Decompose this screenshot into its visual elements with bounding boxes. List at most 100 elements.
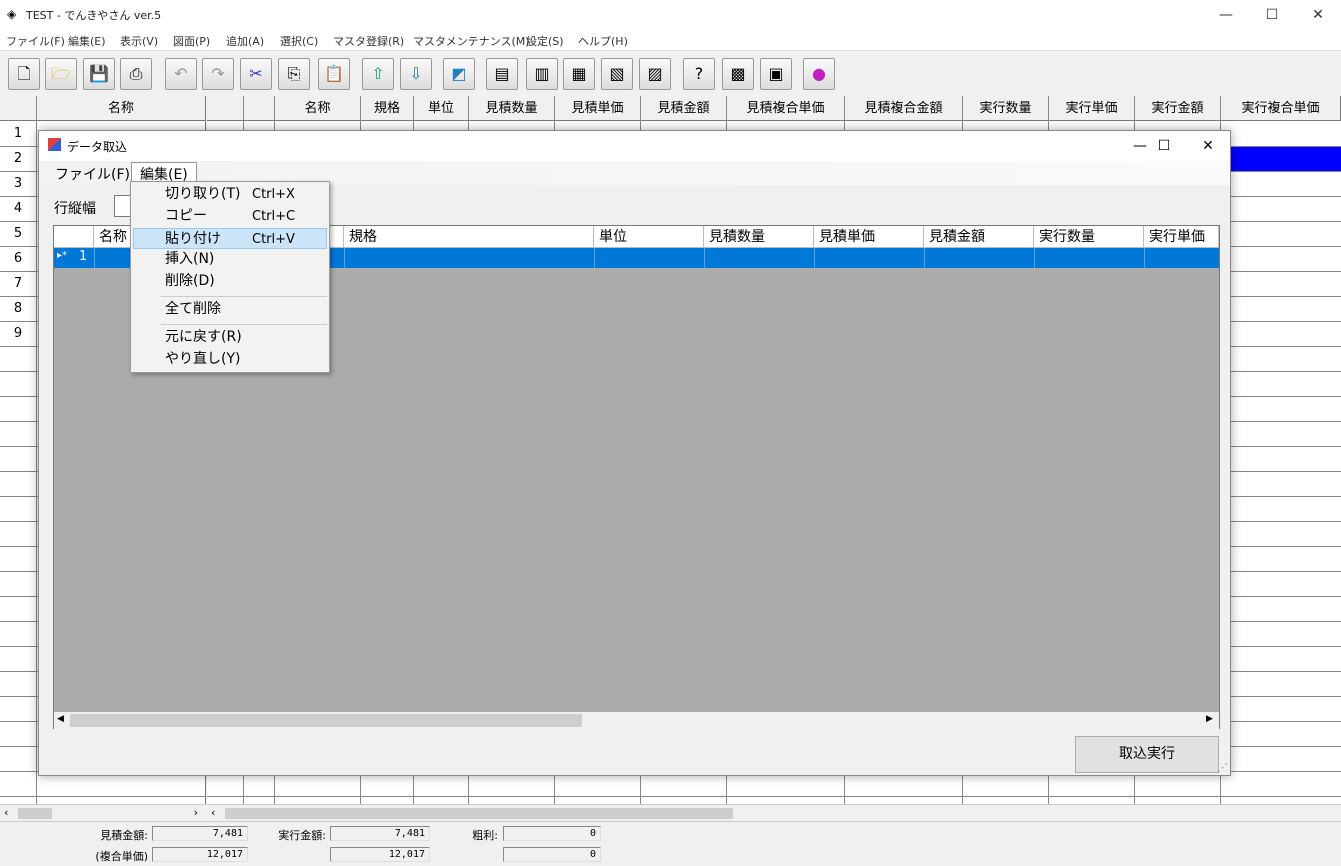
main-grid-corner <box>207 96 244 121</box>
col-header-est-price[interactable]: 見積単価 <box>555 96 641 121</box>
col-header-est-composite-amount[interactable]: 見積複合金額 <box>845 96 963 121</box>
dialog-grid-hscrollbar[interactable]: ◀ ▶ <box>54 712 1219 729</box>
register-icon-4[interactable]: ▧ <box>601 58 633 90</box>
register-icon-1[interactable]: ▤ <box>486 58 518 90</box>
menu-master-maintenance[interactable]: マスタメンテナンス(M) <box>413 30 530 49</box>
row-number[interactable]: 4 <box>0 201 36 216</box>
exec-composite-value: 12,017 <box>330 847 430 862</box>
menu-bar: ファイル(F) 編集(E) 表示(V) 図面(P) 追加(A) 選択(C) マス… <box>0 30 1341 50</box>
title-bar: ◈ TEST - でんきやさん ver.5 — ☐ ✕ <box>0 0 1341 30</box>
save-icon[interactable]: 💾 <box>83 58 115 90</box>
row-number[interactable]: 1 <box>0 126 36 141</box>
menu-item-delete-all[interactable]: 全て削除 <box>133 299 327 320</box>
col-header-exec-price[interactable]: 実行単価 <box>1049 96 1135 121</box>
composite-label: (複合単価) <box>95 850 148 863</box>
move-down-icon[interactable]: ⇩ <box>400 58 432 90</box>
color-balls-icon[interactable]: ● <box>803 58 835 90</box>
menu-drawing[interactable]: 図面(P) <box>173 30 210 49</box>
main-grid-hscrollbar[interactable]: ‹ <box>207 804 1341 821</box>
resize-grip-icon[interactable]: ⋰ <box>1217 761 1228 774</box>
col-header-est-amount[interactable]: 見積金額 <box>641 96 727 121</box>
register-icon-2[interactable]: ▥ <box>526 58 558 90</box>
menu-item-undo[interactable]: 元に戻す(R) <box>133 327 327 348</box>
col-header-est-qty[interactable]: 見積数量 <box>469 96 555 121</box>
menu-help[interactable]: ヘルプ(H) <box>578 30 628 49</box>
menu-separator <box>161 324 327 325</box>
scroll-thumb[interactable] <box>70 714 582 727</box>
copy-icon[interactable]: ⎘ <box>278 58 310 90</box>
cut-icon[interactable]: ✂ <box>240 58 272 90</box>
status-bar: 見積金額: 7,481 実行金額: 7,481 粗利: 0 (複合単価) 12,… <box>0 821 1341 866</box>
row-number[interactable]: 8 <box>0 301 36 316</box>
row-number[interactable]: 9 <box>0 326 36 341</box>
help-icon[interactable]: ? <box>683 58 715 90</box>
gross-label: 粗利: <box>472 829 498 842</box>
row-number[interactable]: 5 <box>0 226 36 241</box>
menu-add[interactable]: 追加(A) <box>226 30 264 49</box>
menu-file[interactable]: ファイル(F) <box>6 30 65 49</box>
dialog-title-bar: データ取込 — ☐ ✕ <box>39 131 1230 161</box>
col-header-name[interactable]: 名称 <box>275 96 361 121</box>
dialog-title: データ取込 <box>67 140 128 154</box>
dialog-col-unit[interactable]: 単位 <box>594 226 704 248</box>
maximize-button[interactable]: ☐ <box>1249 0 1295 30</box>
highlighted-row[interactable] <box>1231 146 1341 171</box>
left-grid-hscrollbar[interactable]: ‹ › <box>0 804 206 821</box>
menu-item-cut[interactable]: 切り取り(T) Ctrl+X <box>133 184 327 205</box>
export-icon[interactable]: ▩ <box>722 58 754 90</box>
dialog-col-est-amount[interactable]: 見積金額 <box>924 226 1034 248</box>
monitor-icon[interactable]: ▣ <box>760 58 792 90</box>
register-icon-3[interactable]: ▦ <box>563 58 595 90</box>
col-header-est-composite-price[interactable]: 見積複合単価 <box>727 96 845 121</box>
close-button[interactable]: ✕ <box>1295 0 1341 30</box>
menu-edit[interactable]: 編集(E) <box>68 30 106 49</box>
col-header-exec-amount[interactable]: 実行金額 <box>1135 96 1221 121</box>
menu-item-copy[interactable]: コピー Ctrl+C <box>133 206 327 227</box>
move-up-icon[interactable]: ⇧ <box>362 58 394 90</box>
dialog-col-exec-price[interactable]: 実行単価 <box>1144 226 1219 248</box>
exec-amount-label: 実行金額: <box>278 829 326 842</box>
register-icon-5[interactable]: ▨ <box>639 58 671 90</box>
main-grid-corner-2 <box>244 96 275 121</box>
menu-item-delete[interactable]: 削除(D) <box>133 271 327 292</box>
dialog-maximize-button[interactable]: ☐ <box>1141 131 1187 161</box>
menu-view[interactable]: 表示(V) <box>120 30 158 49</box>
print-icon[interactable]: ⎙ <box>120 58 152 90</box>
menu-item-paste[interactable]: 貼り付け Ctrl+V <box>133 228 327 249</box>
toolbar: 🗋 🗁 💾 ⎙ ↶ ↷ ✂ ⎘ 📋 ⇧ ⇩ ◩ ▤ ▥ ▦ ▧ ▨ ? ▩ ▣ … <box>0 50 1341 96</box>
col-header-unit[interactable]: 単位 <box>414 96 469 121</box>
paste-icon[interactable]: 📋 <box>318 58 350 90</box>
import-execute-button[interactable]: 取込実行 <box>1075 736 1219 773</box>
col-header-spec[interactable]: 規格 <box>361 96 414 121</box>
drawing-icon[interactable]: ◩ <box>443 58 475 90</box>
redo-icon[interactable]: ↷ <box>202 58 234 90</box>
menu-select[interactable]: 選択(C) <box>280 30 318 49</box>
dialog-col-est-price[interactable]: 見積単価 <box>814 226 924 248</box>
row-height-label: 行縦幅 <box>54 201 96 217</box>
app-icon: ◈ <box>7 7 17 21</box>
open-folder-icon[interactable]: 🗁 <box>45 58 77 90</box>
minimize-button[interactable]: — <box>1203 0 1249 30</box>
undo-icon[interactable]: ↶ <box>165 58 197 90</box>
row-indicator: ▸* <box>57 250 68 261</box>
new-file-icon[interactable]: 🗋 <box>8 58 40 90</box>
dialog-close-button[interactable]: ✕ <box>1185 131 1231 161</box>
dialog-col-spec[interactable]: 規格 <box>344 226 594 248</box>
col-header-exec-composite-price[interactable]: 実行複合単価 <box>1221 96 1341 121</box>
est-amount-value: 7,481 <box>152 826 248 841</box>
row-number[interactable]: 2 <box>0 151 36 166</box>
row-number[interactable]: 3 <box>0 176 36 191</box>
menu-settings[interactable]: 設定(S) <box>526 30 564 49</box>
dialog-col-est-qty[interactable]: 見積数量 <box>704 226 814 248</box>
scroll-right-icon[interactable]: ▶ <box>1206 714 1213 724</box>
menu-master-register[interactable]: マスタ登録(R) <box>333 30 404 49</box>
dialog-col-exec-qty[interactable]: 実行数量 <box>1034 226 1144 248</box>
menu-item-redo[interactable]: やり直し(Y) <box>133 349 327 370</box>
left-grid-row-header <box>0 96 37 121</box>
row-number[interactable]: 7 <box>0 276 36 291</box>
col-header-exec-qty[interactable]: 実行数量 <box>963 96 1049 121</box>
dialog-menu-file[interactable]: ファイル(F) <box>55 164 130 184</box>
row-number[interactable]: 6 <box>0 251 36 266</box>
menu-item-insert[interactable]: 挿入(N) <box>133 249 327 270</box>
scroll-left-icon[interactable]: ◀ <box>57 714 64 724</box>
